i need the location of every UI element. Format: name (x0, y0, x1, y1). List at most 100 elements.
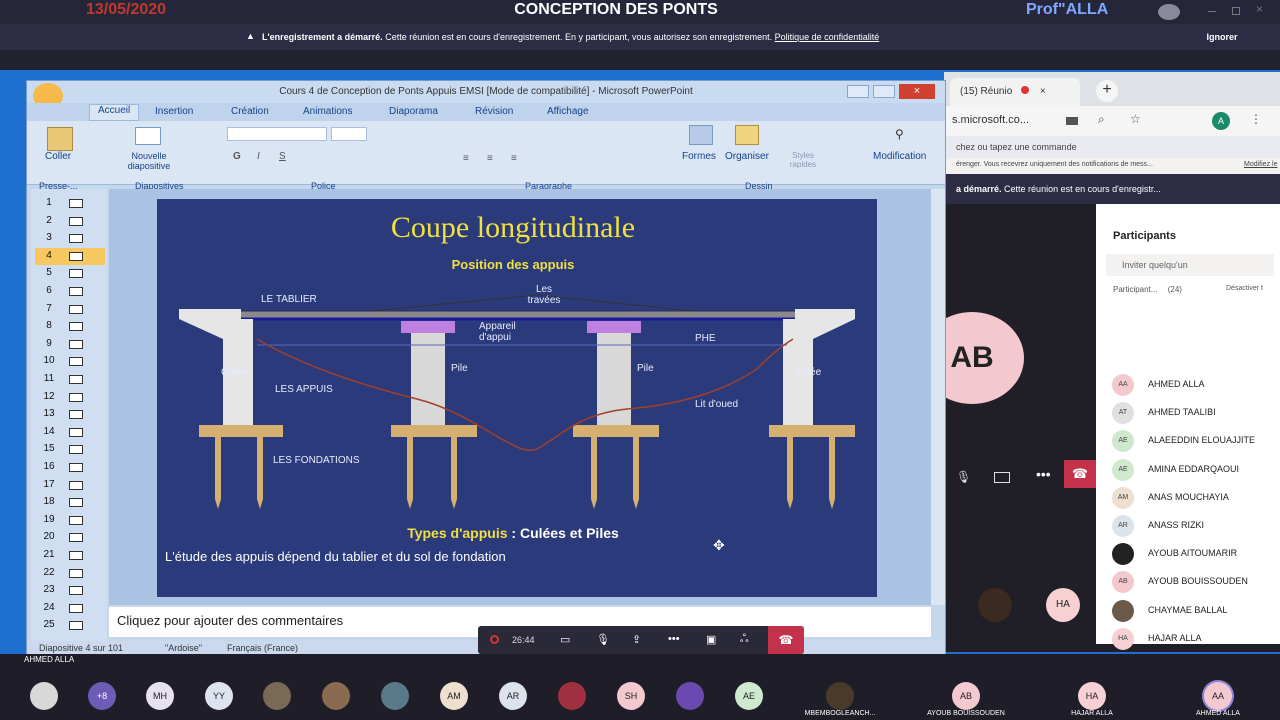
slide-thumbnail[interactable]: 17 (35, 477, 105, 494)
slide-thumbnail[interactable]: 7 (35, 301, 105, 318)
participant-row[interactable]: HA HAJAR ALLA (1112, 626, 1280, 652)
slide-thumbnail[interactable]: 20 (35, 529, 105, 546)
participants-icon[interactable]: ஃ (740, 633, 754, 647)
binoculars-icon[interactable]: ⚲ (895, 127, 904, 141)
speaker-avatar[interactable]: HA (1078, 682, 1106, 710)
slide-thumbnail[interactable]: 14 (35, 424, 105, 441)
ribbon-tab-6[interactable]: Révision (475, 106, 513, 117)
slide-thumbnail[interactable]: 15 (35, 441, 105, 458)
invite-input[interactable]: Inviter quelqu'un (1106, 254, 1274, 276)
slide-thumbnail[interactable]: 1 (35, 195, 105, 212)
ppt-maximize-icon[interactable] (873, 85, 895, 98)
align-center-icon[interactable]: ≡ (487, 153, 493, 164)
participant-avatar[interactable]: AR (499, 682, 527, 710)
slide-thumbnail[interactable]: 5 (35, 265, 105, 282)
ribbon-tab-1[interactable]: Accueil (89, 104, 140, 121)
share-icon[interactable] (994, 472, 1010, 483)
participant-avatar[interactable]: MH (146, 682, 174, 710)
participant-avatar[interactable] (676, 682, 704, 710)
address-bar[interactable]: s.microsoft.co... ⌕ ☆ A ⋮ (944, 106, 1280, 136)
participant-avatar[interactable] (263, 682, 291, 710)
slide-thumbnail[interactable]: 2 (35, 213, 105, 230)
ppt-minimize-icon[interactable] (847, 85, 869, 98)
align-right-icon[interactable]: ≡ (511, 153, 517, 164)
new-tab-icon[interactable]: + (1096, 80, 1118, 102)
shapes-icon[interactable] (689, 125, 713, 145)
slide-thumbnail[interactable]: 25 (35, 617, 105, 634)
slide-thumbnail[interactable]: 13 (35, 406, 105, 423)
camera-toggle-icon[interactable]: ▭ (560, 633, 574, 647)
zoom-icon[interactable]: ⌕ (1098, 112, 1105, 127)
align-left-icon[interactable]: ≡ (463, 153, 469, 164)
close-icon[interactable]: × (1256, 2, 1263, 16)
participant-avatar[interactable]: AM (440, 682, 468, 710)
arrange-button[interactable]: Organiser (725, 151, 769, 162)
ribbon-tab-3[interactable]: Création (231, 106, 269, 117)
more-actions-icon[interactable]: ••• (668, 633, 682, 647)
slide-thumbnail[interactable]: 22 (35, 565, 105, 582)
star-icon[interactable]: ☆ (1130, 112, 1141, 126)
mic-toggle-icon[interactable]: 🎙 (596, 633, 610, 647)
participant-list-header[interactable]: Participant... (24) (1113, 285, 1182, 294)
paste-icon[interactable] (47, 127, 73, 151)
participant-avatar[interactable]: AE (735, 682, 763, 710)
new-slide-button[interactable]: Nouvelle diapositive (117, 151, 181, 171)
slide-thumbnail[interactable]: 24 (35, 600, 105, 617)
speaker-avatar[interactable]: AB (952, 682, 980, 710)
minimize-icon[interactable] (1208, 11, 1216, 12)
participant-row[interactable]: AE AMINA EDDARQAOUI (1112, 457, 1280, 483)
participant-avatar[interactable] (558, 682, 586, 710)
slide-thumbnail[interactable]: 21 (35, 547, 105, 564)
ribbon-tab-7[interactable]: Affichage (547, 106, 589, 117)
disable-all-button[interactable]: Désactiver t (1226, 285, 1263, 292)
slide-thumbnail[interactable]: 9 (35, 336, 105, 353)
participant-avatar[interactable] (322, 682, 350, 710)
slide-canvas[interactable]: Coupe longitudinale Position des appuis (157, 199, 877, 597)
paste-button[interactable]: Coller (45, 151, 71, 162)
maximize-icon[interactable] (1232, 7, 1240, 15)
shapes-button[interactable]: Formes (682, 151, 716, 162)
slide-thumbnail[interactable]: 4 (35, 247, 105, 265)
italic-icon[interactable]: I (257, 151, 260, 162)
privacy-policy-link[interactable]: Politique de confidentialité (775, 32, 880, 42)
menu-icon[interactable]: ⋮ (1250, 112, 1262, 126)
participant-row[interactable]: AE ALAEEDDIN ELOUAJJITE (1112, 428, 1280, 454)
browser-tab[interactable]: (15) Réunio × (950, 78, 1080, 106)
hang-up-button[interactable]: ☎ (1064, 460, 1096, 488)
chat-icon[interactable]: ▣ (706, 633, 720, 647)
participant-row[interactable]: AR ANASS RIZKI (1112, 513, 1280, 539)
participant-avatar[interactable] (381, 682, 409, 710)
speaker-avatar[interactable] (826, 682, 854, 710)
font-box[interactable] (227, 127, 327, 141)
editing-button[interactable]: Modification (873, 151, 926, 162)
quick-styles-button[interactable]: Styles rapides (785, 151, 821, 169)
hang-up-icon[interactable]: ☎ (768, 626, 804, 654)
ribbon-tab-2[interactable]: Insertion (155, 106, 193, 117)
slide-thumbnail[interactable]: 12 (35, 389, 105, 406)
slide-thumbnail[interactable]: 8 (35, 318, 105, 335)
participant-row[interactable]: AYOUB AITOUMARIR (1112, 541, 1280, 567)
new-slide-icon[interactable] (135, 127, 161, 145)
slide-thumbnail[interactable]: 10 (35, 353, 105, 370)
slide-thumbnail[interactable]: 16 (35, 459, 105, 476)
participant-row[interactable]: AA AHMED ALLA (1112, 372, 1280, 398)
participant-avatar[interactable] (30, 682, 58, 710)
underline-icon[interactable]: S (279, 151, 286, 162)
bold-icon[interactable]: G (233, 151, 241, 162)
participant-row[interactable]: AM ANAS MOUCHAYIA (1112, 485, 1280, 511)
participant-avatar[interactable]: SH (617, 682, 645, 710)
vertical-scrollbar[interactable] (931, 189, 945, 605)
more-icon[interactable]: ••• (1036, 466, 1051, 482)
mic-icon[interactable]: 🎙 (956, 470, 971, 484)
ignore-button[interactable]: Ignorer (1190, 29, 1254, 45)
size-box[interactable] (331, 127, 367, 141)
share-screen-icon[interactable]: ⇪ (632, 633, 646, 647)
command-box[interactable]: chez ou tapez une commande (944, 136, 1280, 158)
ppt-close-icon[interactable]: × (899, 84, 935, 99)
slide-thumbnail[interactable]: 23 (35, 582, 105, 599)
slide-thumbnail[interactable]: 19 (35, 512, 105, 529)
slide-thumbnail[interactable]: 18 (35, 494, 105, 511)
slide-thumbnail[interactable]: 3 (35, 230, 105, 247)
speaker-avatar[interactable]: AA (1204, 682, 1232, 710)
ribbon-tab-4[interactable]: Animations (303, 106, 352, 117)
